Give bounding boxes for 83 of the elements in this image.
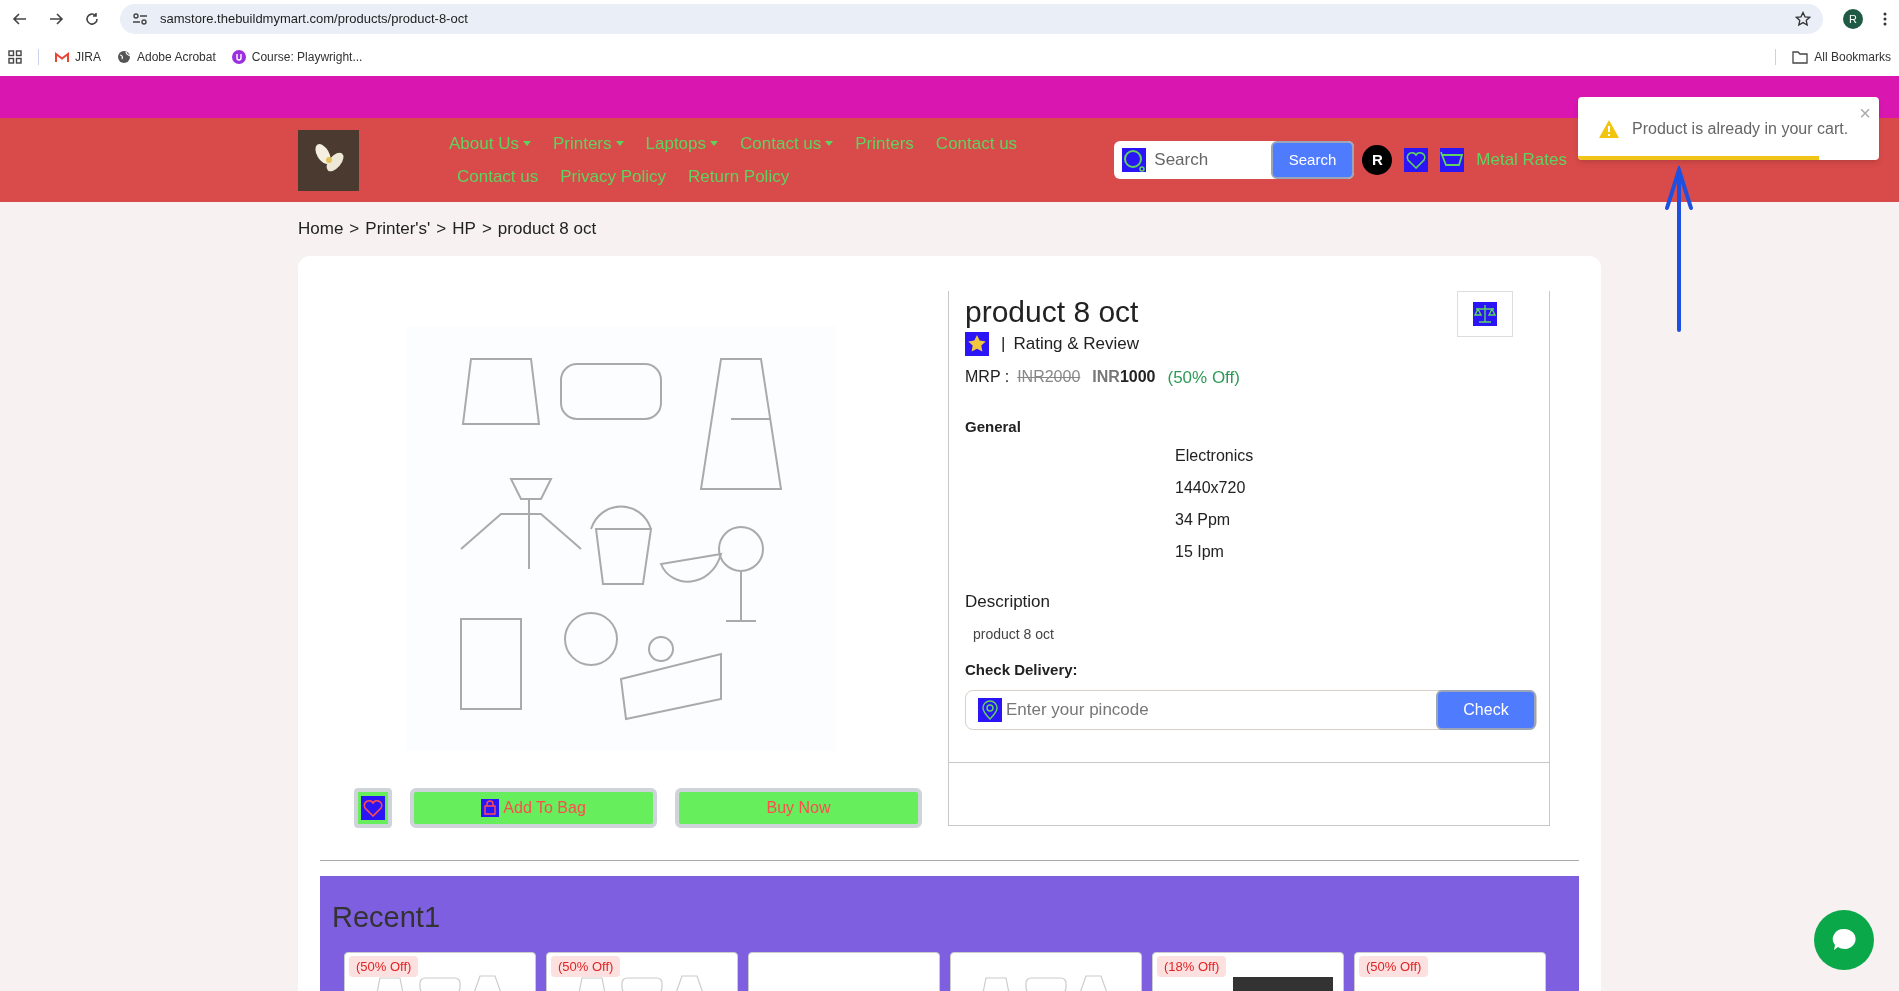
reload-icon[interactable] xyxy=(84,11,100,27)
search-icon xyxy=(1122,148,1147,172)
spec-value: 34 Ppm xyxy=(1175,509,1232,530)
nav-link[interactable]: Privacy Policy xyxy=(560,164,667,190)
nav-link[interactable]: Printers xyxy=(552,130,624,156)
nav-link[interactable]: About Us xyxy=(449,130,531,156)
original-price: INR2000 xyxy=(1017,367,1081,388)
nav-link[interactable]: Contact us xyxy=(935,130,1018,156)
nav-link[interactable]: Printers xyxy=(855,130,914,156)
product-tile[interactable]: (50% Off) xyxy=(344,951,536,991)
nav-link[interactable]: Contact us xyxy=(740,130,834,156)
bookmark-star-icon[interactable] xyxy=(1795,11,1811,27)
spec-value: 1440x720 xyxy=(1175,477,1247,498)
close-button[interactable]: × xyxy=(1859,103,1871,123)
bag-icon xyxy=(481,799,500,817)
sale-price: INR1000 xyxy=(1092,367,1156,388)
course-icon xyxy=(231,50,246,64)
current-page-text: product 8 oct xyxy=(497,218,597,241)
breadcrumb-link[interactable]: HP xyxy=(452,216,476,242)
mrp-label: MRP : xyxy=(965,367,1010,388)
user-avatar[interactable]: R xyxy=(1362,145,1393,175)
all-bookmarks-link[interactable]: All Bookmarks xyxy=(1792,48,1891,66)
profile-avatar[interactable]: R xyxy=(1843,9,1863,29)
nav-link[interactable]: Laptops xyxy=(645,130,718,156)
check-button[interactable]: Check xyxy=(1436,689,1536,730)
caret-icon xyxy=(522,140,531,146)
breadcrumb-separator: > xyxy=(481,218,492,241)
search-button[interactable]: Search xyxy=(1270,141,1355,179)
scale-icon xyxy=(1473,302,1497,326)
folder-icon xyxy=(1792,50,1809,64)
basket-icon[interactable] xyxy=(1440,148,1465,172)
section-heading: Recent1 xyxy=(332,900,441,935)
chat-bubble-icon xyxy=(1831,927,1857,953)
compare-button[interactable] xyxy=(1457,291,1513,337)
warning-icon xyxy=(1598,118,1620,139)
product-tile[interactable]: (18% Off) xyxy=(1152,951,1344,991)
url-text: samstore.thebuildmymart.com/products/product-8-oct xyxy=(160,10,469,29)
caret-icon xyxy=(825,140,834,146)
product-tile[interactable]: (50% Off) xyxy=(1354,951,1546,991)
pincode-field[interactable]: Enter your pincode Check xyxy=(965,689,1537,730)
description-heading: Description xyxy=(965,590,1052,613)
chat-button[interactable] xyxy=(1814,910,1874,970)
caret-icon xyxy=(615,140,624,146)
rating-review-link[interactable]: Rating & Review xyxy=(1013,331,1140,357)
description-text: product 8 oct xyxy=(973,625,1055,644)
menu-icon[interactable] xyxy=(1883,12,1887,26)
forward-icon[interactable] xyxy=(48,11,64,27)
spec-value: 15 Ipm xyxy=(1175,541,1225,562)
apps-grid-icon[interactable] xyxy=(8,50,22,64)
nav-link[interactable]: Return Policy xyxy=(688,164,790,190)
discount-text: (50% Off) xyxy=(1167,366,1240,389)
mail-icon xyxy=(55,51,69,63)
discount-badge: (50% Off) xyxy=(349,955,419,977)
location-pin-icon xyxy=(978,697,1002,722)
general-heading: General xyxy=(965,417,1022,437)
logo-photo-placeholder[interactable] xyxy=(298,129,359,191)
globe-icon xyxy=(117,50,131,64)
bookmark-link[interactable]: JIRA xyxy=(55,48,101,66)
check-delivery-label: Check Delivery: xyxy=(965,660,1079,680)
discount-badge: (50% Off) xyxy=(1359,955,1429,977)
bookmark-link[interactable]: Adobe Acrobat xyxy=(117,48,216,66)
search-field[interactable]: Search Search xyxy=(1114,141,1355,179)
add-to-bag-button[interactable]: Add To Bag xyxy=(410,788,658,828)
caret-icon xyxy=(710,140,718,146)
discount-badge: (50% Off) xyxy=(551,955,621,977)
metal-rates-link[interactable]: Metal Rates xyxy=(1476,147,1567,173)
bookmark-link[interactable]: Course: Playwright... xyxy=(231,48,363,66)
back-icon[interactable] xyxy=(12,11,28,27)
site-settings-icon[interactable] xyxy=(132,12,148,26)
product-title: product 8 oct xyxy=(965,294,1139,330)
breadcrumb-separator: > xyxy=(349,218,360,241)
spec-value: Electronics xyxy=(1175,445,1255,466)
nav-link[interactable]: Contact us xyxy=(457,164,539,190)
breadcrumb-link[interactable]: Printer's' xyxy=(365,216,431,242)
product-tile[interactable]: (50% Off) xyxy=(546,951,738,991)
rating-separator: | xyxy=(1001,333,1006,355)
discount-badge: (18% Off) xyxy=(1157,955,1227,977)
address-bar[interactable]: samstore.thebuildmymart.com/products/product-8-oct xyxy=(120,4,1823,34)
breadcrumb-separator: > xyxy=(436,218,447,241)
buy-now-button[interactable]: Buy Now xyxy=(675,788,922,828)
wishlist-button[interactable] xyxy=(354,788,393,828)
toast-message: Product is already in your cart. xyxy=(1632,118,1849,139)
breadcrumb-link[interactable]: Home xyxy=(298,216,344,242)
